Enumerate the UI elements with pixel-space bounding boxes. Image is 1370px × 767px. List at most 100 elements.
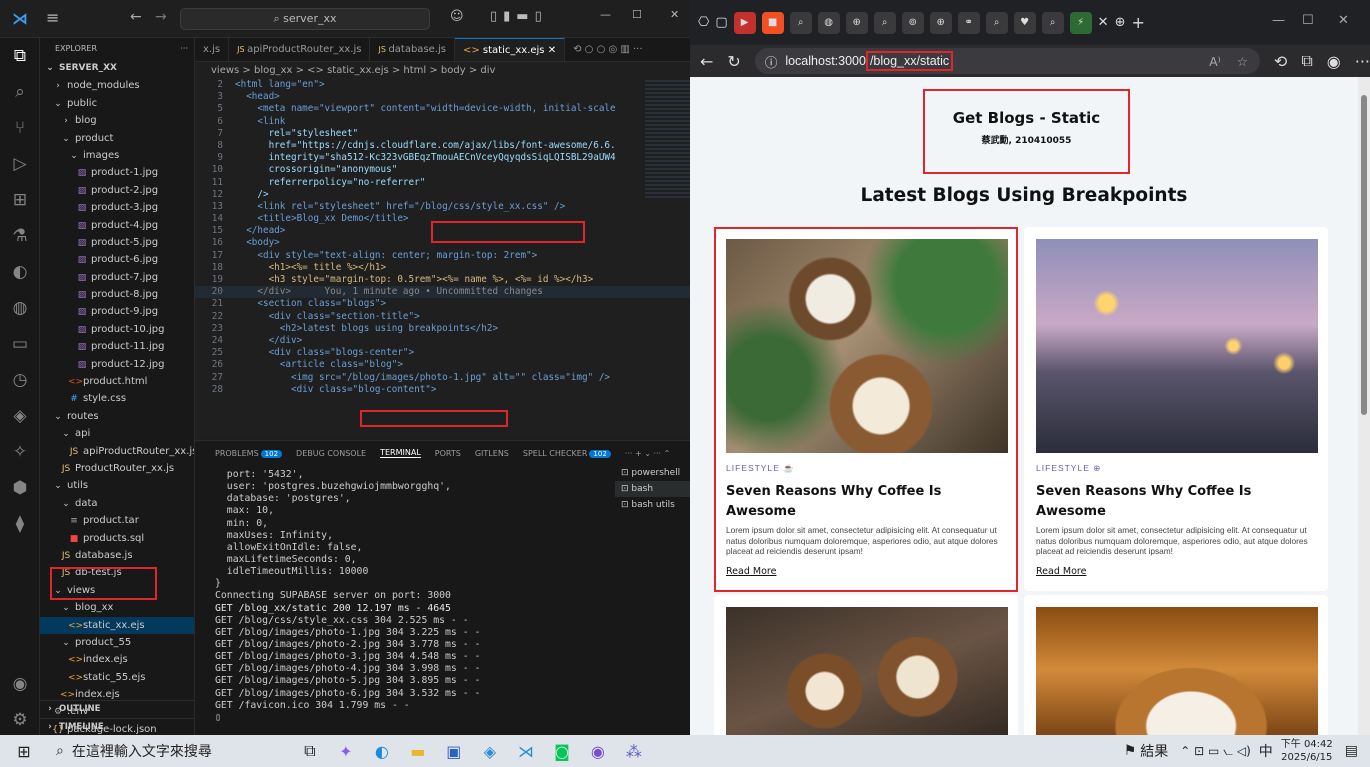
ime-indicator[interactable]: 中 xyxy=(1259,741,1273,761)
code-line[interactable]: 18 <h1><%= title %></h1> xyxy=(195,262,690,274)
read-more-link[interactable]: Read More xyxy=(1036,566,1086,577)
python-icon[interactable]: ⧫ xyxy=(0,506,40,542)
tree-item[interactable]: ⌄ routes xyxy=(40,408,194,425)
tree-item[interactable]: ■ products.sql xyxy=(40,530,194,547)
docker-icon[interactable]: ◈ xyxy=(0,398,40,434)
code-line[interactable]: 17 <div style="text-align: center; margi… xyxy=(195,250,690,262)
tree-item[interactable]: ▨ product-8.jpg xyxy=(40,286,194,303)
workspace-root[interactable]: ⌄ SERVER_XX xyxy=(40,60,194,77)
tree-item[interactable]: JS apiProductRouter_xx.js xyxy=(40,443,194,460)
news-label[interactable]: 結果 xyxy=(1140,741,1168,761)
tree-item[interactable]: ⌄ images xyxy=(40,147,194,164)
tree-item[interactable]: ▨ product-5.jpg xyxy=(40,234,194,251)
minimap[interactable] xyxy=(645,80,690,200)
back-arrow-icon[interactable]: ← xyxy=(130,9,142,25)
vscode-taskbar-icon[interactable]: ⋊ xyxy=(508,742,544,761)
terminal-cursor[interactable]: ▯ xyxy=(215,712,605,724)
browser-tab[interactable]: ⊕ xyxy=(845,11,868,34)
read-aloud-icon[interactable]: A⁾ xyxy=(1209,54,1220,69)
favorites-icon[interactable]: ⧉ xyxy=(1301,51,1312,71)
browser-tab[interactable]: ⌕ xyxy=(1041,11,1064,34)
code-line[interactable]: 25 <div class="blogs-center"> xyxy=(195,347,690,359)
terminal-instance[interactable]: ⊡ bash xyxy=(615,481,690,497)
tab-static-xx-ejs[interactable]: <> static_xx.ejs ✕ xyxy=(454,38,566,61)
browser-workspace-icon[interactable]: ⎔ xyxy=(698,15,709,30)
tree-item[interactable]: › blog xyxy=(40,112,194,129)
tree-item[interactable]: ⌄ product_55 xyxy=(40,634,194,651)
code-line[interactable]: 23 <h2>latest blogs using breakpoints</h… xyxy=(195,323,690,335)
tab-actions-icon[interactable]: ▢ xyxy=(715,15,727,30)
tree-item[interactable]: JS ProductRouter_xx.js xyxy=(40,460,194,477)
search-view-icon[interactable]: ⌕ xyxy=(0,74,40,110)
url-bar[interactable]: ⓘ localhost:3000/blog_xx/static A⁾ ☆ xyxy=(754,48,1260,74)
code-line[interactable]: 6 <link xyxy=(195,116,690,128)
more-actions-icon[interactable]: ··· xyxy=(180,38,188,60)
code-line[interactable]: 20 </div> You, 1 minute ago • Uncommitte… xyxy=(195,286,690,299)
browser-tab[interactable]: ◍ xyxy=(817,11,840,34)
new-tab-icon[interactable]: + xyxy=(1131,13,1144,32)
source-control-icon[interactable]: ⑂ xyxy=(0,110,40,146)
code-line[interactable]: 26 <article class="blog"> xyxy=(195,359,690,371)
minimize-window-icon[interactable]: — xyxy=(600,8,611,21)
maximize-window-icon[interactable]: ☐ xyxy=(1302,13,1314,28)
teams-icon[interactable]: ⁂ xyxy=(616,742,652,761)
tree-item[interactable]: ▨ product-6.jpg xyxy=(40,251,194,268)
close-tab-icon[interactable]: ✕ xyxy=(1098,15,1109,30)
timeline-section[interactable]: › TIMELINE xyxy=(40,718,194,735)
tree-item[interactable]: ▨ product-9.jpg xyxy=(40,303,194,320)
tab-terminal[interactable]: TERMINAL xyxy=(380,448,421,458)
tree-item[interactable]: ▨ product-1.jpg xyxy=(40,164,194,181)
browser-tab[interactable]: ⊚ xyxy=(901,11,924,34)
tree-item[interactable]: ▨ product-10.jpg xyxy=(40,321,194,338)
testing-icon[interactable]: ⚗ xyxy=(0,218,40,254)
tree-item[interactable]: ≡ product.tar xyxy=(40,512,194,529)
extensions-icon[interactable]: ⊞ xyxy=(0,182,40,218)
copilot-icon[interactable]: ☺ xyxy=(450,9,464,24)
extensions-icon[interactable]: ⟲ xyxy=(1274,52,1287,71)
code-line[interactable]: 24 </div> xyxy=(195,335,690,347)
news-icon[interactable]: ⚑ xyxy=(1124,743,1137,759)
favorite-star-icon[interactable]: ☆ xyxy=(1237,54,1248,69)
database-icon[interactable]: ⬢ xyxy=(0,470,40,506)
taskbar-search-box[interactable]: 在這裡輸入文字來搜尋 xyxy=(72,741,292,761)
close-window-icon[interactable]: ✕ xyxy=(1338,13,1349,28)
browser-menu-icon[interactable]: ··· xyxy=(1355,52,1370,71)
windows-start-icon[interactable]: ⊞ xyxy=(6,742,42,761)
browser-tab[interactable]: ⌕ xyxy=(873,11,896,34)
code-line[interactable]: 7 rel="stylesheet" xyxy=(195,128,690,140)
copilot-icon[interactable]: ✦ xyxy=(328,742,364,761)
close-window-icon[interactable]: ✕ xyxy=(670,8,679,21)
timeline-icon[interactable]: ◷ xyxy=(0,362,40,398)
close-tab-icon[interactable]: ✕ xyxy=(548,45,556,56)
tray-icons[interactable]: ⌃ ⊡ ▭ ⦦ ◁) xyxy=(1180,744,1251,759)
menu-icon[interactable]: ≡ xyxy=(46,8,59,27)
refresh-icon[interactable]: ↻ xyxy=(727,52,740,71)
tree-item[interactable]: ▨ product-12.jpg xyxy=(40,356,194,373)
tree-item[interactable]: <>index.ejs xyxy=(40,651,194,668)
terminal-instance[interactable]: ⊡ powershell xyxy=(615,465,690,481)
tree-item[interactable]: › node_modules xyxy=(40,77,194,94)
code-line[interactable]: 27 <img src="/blog/images/photo-1.jpg" a… xyxy=(195,372,690,384)
terminal-output[interactable]: port: '5432', user: 'postgres.buzehgwioj… xyxy=(215,469,605,724)
settings-gear-icon[interactable]: ⚙ xyxy=(0,702,40,738)
folder-icon[interactable]: ▭ xyxy=(0,326,40,362)
m365-icon[interactable]: ◉ xyxy=(580,742,616,761)
layout-icons[interactable]: ▯▮▬▯ xyxy=(490,9,548,24)
tree-item[interactable]: ⌄ utils xyxy=(40,477,194,494)
browser-tab[interactable]: ⚭ xyxy=(957,11,980,34)
profile-avatar-icon[interactable]: ◉ xyxy=(1327,52,1341,71)
edge-icon[interactable]: ◐ xyxy=(364,742,400,761)
scrollbar-thumb[interactable] xyxy=(1361,95,1367,415)
task-view-icon[interactable]: ⧉ xyxy=(292,741,328,761)
gitlens-icon[interactable]: ✧ xyxy=(0,434,40,470)
browser-tab[interactable]: ⌕ xyxy=(789,11,812,34)
github-icon[interactable]: ◍ xyxy=(0,290,40,326)
tree-item[interactable]: ⌄ public xyxy=(40,95,194,112)
terminal-instance[interactable]: ⊡ bash utils xyxy=(615,497,690,513)
account-icon[interactable]: ◉ xyxy=(0,666,40,702)
code-line[interactable]: 12 /> xyxy=(195,189,690,201)
browser-tab-active[interactable]: ⚡ xyxy=(1069,11,1092,34)
code-line[interactable]: 19 <h3 style="margin-top: 0.5rem"><%= na… xyxy=(195,274,690,286)
code-line[interactable]: 8 href="https://cdnjs.cloudflare.com/aja… xyxy=(195,140,690,152)
tree-item[interactable]: <>static_55.ejs xyxy=(40,669,194,686)
